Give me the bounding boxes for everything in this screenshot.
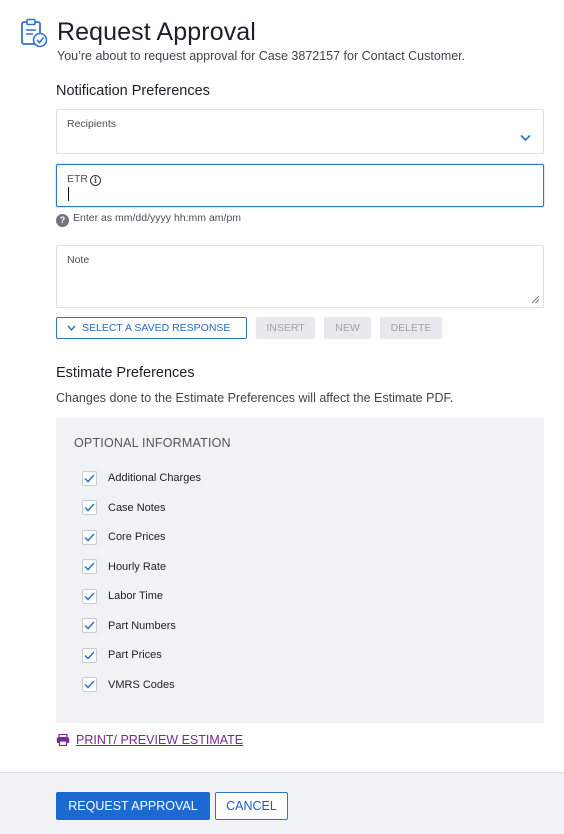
text-cursor <box>68 187 69 201</box>
request-approval-button[interactable]: REQUEST APPROVAL <box>56 792 210 820</box>
option-row[interactable]: VMRS Codes <box>82 677 175 693</box>
option-row[interactable]: Additional Charges <box>82 470 201 486</box>
option-row[interactable]: Case Notes <box>82 500 165 516</box>
checkbox-icon[interactable] <box>82 559 97 574</box>
question-icon: ? <box>56 214 69 227</box>
delete-button[interactable]: DELETE <box>380 317 442 339</box>
estimate-preferences-description: Changes done to the Estimate Preferences… <box>56 391 454 405</box>
checkbox-icon[interactable] <box>82 529 97 545</box>
option-label: VMRS Codes <box>108 678 175 691</box>
option-row[interactable]: Labor Time <box>82 588 163 604</box>
option-label: Additional Charges <box>108 472 201 484</box>
etr-hint-text: Enter as mm/dd/yyyy hh:mm am/pm <box>73 212 242 224</box>
checkbox-icon[interactable] <box>82 500 97 515</box>
new-button[interactable]: NEW <box>324 317 371 339</box>
option-label: Part Prices <box>108 649 162 661</box>
option-label: Core Prices <box>108 531 166 543</box>
checkmark-icon <box>84 562 95 571</box>
chevron-down-icon <box>67 325 76 331</box>
info-icon[interactable]: i <box>90 175 101 186</box>
notification-preferences-title: Notification Preferences <box>56 83 210 99</box>
etr-label: ETR i <box>67 173 101 186</box>
print-preview-label: PRINT/ PREVIEW ESTIMATE <box>76 733 244 747</box>
option-label: Labor Time <box>108 590 164 602</box>
checkmark-icon <box>84 621 95 630</box>
checkbox-icon[interactable] <box>82 470 97 486</box>
recipients-select[interactable]: Recipients <box>56 109 544 154</box>
checkbox-icon[interactable] <box>82 588 97 604</box>
page-subtitle: You’re about to request approval for Cas… <box>57 49 466 63</box>
etr-field[interactable]: ETR i <box>56 164 544 207</box>
option-label: Case Notes <box>108 501 166 514</box>
estimate-preferences-title: Estimate Preferences <box>56 365 195 381</box>
checkmark-icon <box>84 503 95 512</box>
checkbox-icon[interactable] <box>82 647 97 663</box>
checkmark-icon <box>84 591 95 601</box>
printer-icon <box>56 734 70 746</box>
insert-button[interactable]: INSERT <box>256 317 315 339</box>
chevron-down-icon[interactable] <box>520 134 531 142</box>
print-preview-estimate-link[interactable]: PRINT/ PREVIEW ESTIMATE <box>56 733 243 747</box>
optional-information-panel: OPTIONAL INFORMATION Additional Charges C… <box>56 418 544 723</box>
checkmark-icon <box>84 532 95 542</box>
dialog-footer: REQUEST APPROVAL CANCEL <box>0 772 564 834</box>
option-row[interactable]: Part Numbers <box>82 618 176 634</box>
note-label: Note <box>67 254 90 266</box>
cancel-button[interactable]: CANCEL <box>215 792 288 820</box>
checkmark-icon <box>84 680 95 689</box>
checkbox-icon[interactable] <box>82 677 97 692</box>
optional-information-title: OPTIONAL INFORMATION <box>74 436 231 450</box>
checkbox-icon[interactable] <box>82 618 97 633</box>
etr-hint: ? Enter as mm/dd/yyyy hh:mm am/pm <box>56 212 241 227</box>
page-title: Request Approval <box>57 18 256 46</box>
checkmark-icon <box>84 650 95 660</box>
option-row[interactable]: Part Prices <box>82 647 162 663</box>
option-label: Hourly Rate <box>108 560 167 573</box>
checkmark-icon <box>84 473 95 483</box>
recipients-label: Recipients <box>67 118 117 130</box>
clipboard-check-icon <box>21 18 48 48</box>
select-saved-response-label: SELECT A SAVED RESPONSE <box>82 322 231 334</box>
etr-label-text: ETR <box>67 173 88 185</box>
select-saved-response-button[interactable]: SELECT A SAVED RESPONSE <box>56 317 247 339</box>
resize-handle-icon[interactable] <box>531 295 540 304</box>
option-row[interactable]: Hourly Rate <box>82 559 166 575</box>
option-row[interactable]: Core Prices <box>82 529 165 545</box>
option-label: Part Numbers <box>108 619 176 632</box>
note-textarea[interactable]: Note <box>56 245 544 308</box>
